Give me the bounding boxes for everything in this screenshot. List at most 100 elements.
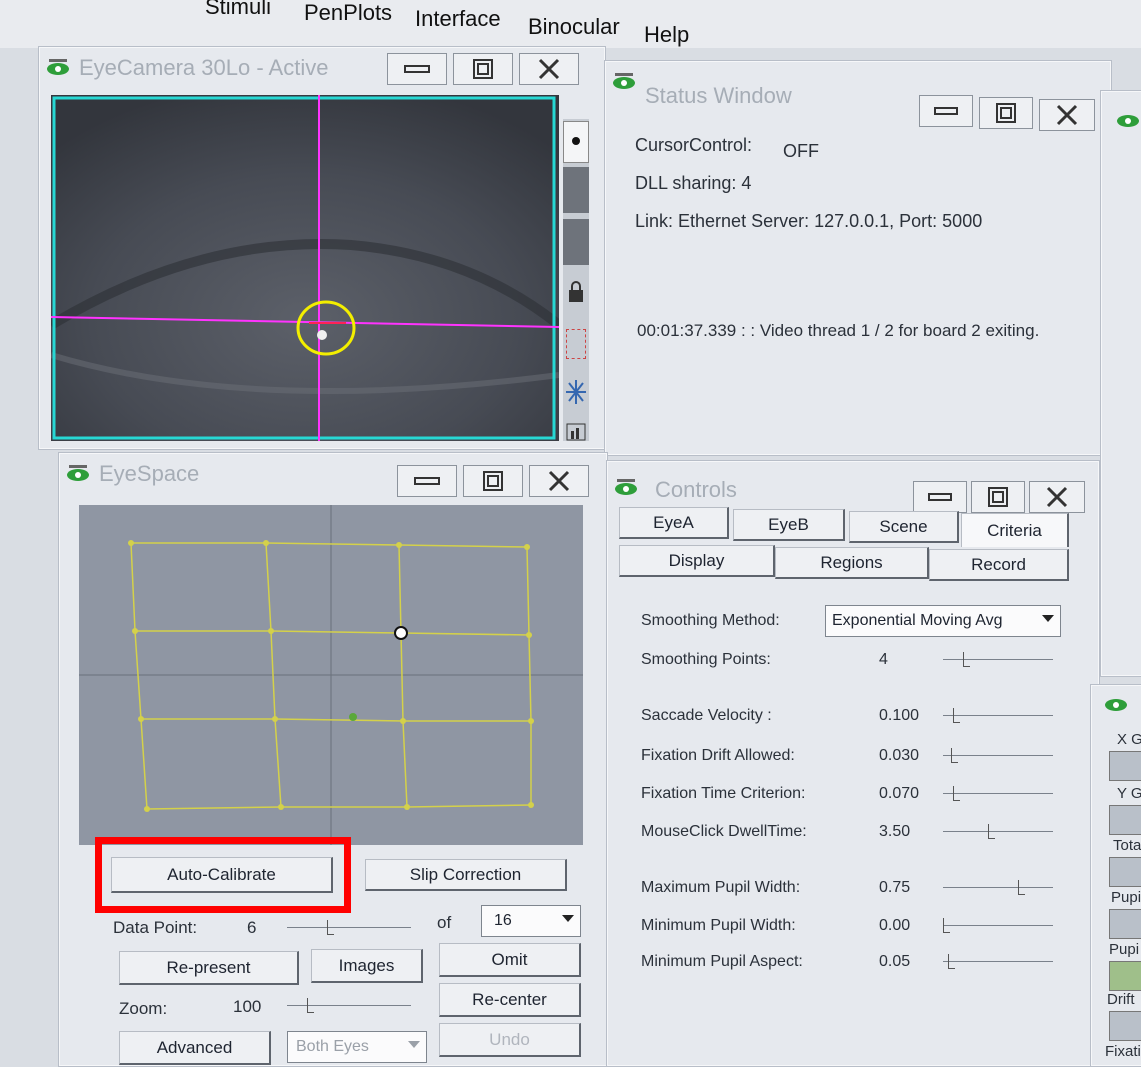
menu-item-stimuli[interactable]: Stimuli (205, 0, 271, 20)
minimum-pupil-width-slider[interactable] (943, 918, 1053, 933)
region-tool-icon[interactable] (566, 329, 586, 359)
tab-record[interactable]: Record (929, 549, 1069, 581)
lock-icon[interactable] (566, 279, 586, 305)
slider-thumb[interactable] (963, 652, 970, 667)
minimize-button[interactable] (397, 465, 457, 497)
side-label-drift: Drift (1107, 991, 1135, 1008)
link-text: Link: Ethernet Server: 127.0.0.1, Port: … (635, 211, 983, 231)
tab-eyea[interactable]: EyeA (619, 507, 729, 539)
chart-tool-icon[interactable] (566, 423, 586, 441)
maximum-pupil-width-slider[interactable] (943, 880, 1053, 895)
mouseclick-dwelltime-slider[interactable] (943, 824, 1053, 839)
minimum-pupil-aspect-slider[interactable] (943, 954, 1053, 969)
slip-correction-button[interactable]: Slip Correction (365, 859, 567, 891)
maximize-button[interactable] (453, 53, 513, 85)
slider-thumb[interactable] (953, 786, 960, 801)
menu-item-binocular[interactable]: Binocular (528, 14, 620, 40)
side-field-3[interactable] (1109, 857, 1141, 887)
minimum-pupil-width-label: Minimum Pupil Width: (641, 917, 796, 934)
slider-thumb[interactable] (951, 748, 958, 763)
eyespace-titlebar: EyeSpace (59, 453, 607, 497)
fixation-time-criterion-slider[interactable] (943, 786, 1053, 801)
slider-thumb[interactable] (307, 998, 314, 1013)
maximize-button[interactable] (971, 481, 1025, 513)
maximize-button[interactable] (979, 97, 1033, 129)
crosshair-tool-icon[interactable] (564, 377, 588, 407)
minimize-icon (414, 477, 440, 485)
calibration-grid-view[interactable] (79, 505, 583, 845)
data-point-slider[interactable] (287, 920, 411, 935)
tool-button-3[interactable] (563, 219, 589, 265)
side-label-xg: X G (1117, 731, 1141, 748)
eye-camera-titlebar: EyeCamera 30Lo - Active (39, 47, 605, 91)
maximize-icon (483, 471, 503, 491)
fixation-drift-allowed-slider[interactable] (943, 748, 1053, 763)
close-icon (538, 58, 560, 80)
side-field-1[interactable] (1109, 751, 1141, 781)
side-field-5[interactable] (1109, 961, 1141, 991)
close-button[interactable] (1039, 99, 1095, 131)
slider-thumb[interactable] (943, 918, 950, 933)
total-points-select[interactable]: 16 (481, 905, 581, 937)
tab-criteria[interactable]: Criteria (961, 513, 1069, 547)
side-field-4[interactable] (1109, 909, 1141, 939)
slider-thumb[interactable] (327, 920, 334, 935)
right-offscreen-window (1100, 90, 1141, 677)
minimize-button[interactable] (387, 53, 447, 85)
dot-tool-button[interactable] (563, 121, 589, 163)
minimum-pupil-aspect-label: Minimum Pupil Aspect: (641, 953, 803, 970)
side-label-fixati: Fixati (1105, 1043, 1141, 1060)
minimum-pupil-width-value: 0.00 (879, 917, 911, 934)
mouseclick-dwelltime-value: 3.50 (879, 823, 911, 840)
slider-thumb[interactable] (1018, 880, 1025, 895)
close-icon (1056, 104, 1078, 126)
data-point-value: 6 (247, 918, 257, 937)
smoothing-points-slider[interactable] (943, 652, 1053, 667)
close-button[interactable] (529, 465, 589, 497)
tab-eyeb[interactable]: EyeB (733, 509, 845, 541)
dot-icon (572, 137, 580, 145)
close-button[interactable] (1029, 481, 1085, 513)
side-field-2[interactable] (1109, 805, 1141, 835)
maximize-icon (996, 103, 1016, 123)
menu-item-penplots[interactable]: PenPlots (304, 0, 392, 26)
menu-item-help[interactable]: Help (644, 22, 689, 48)
slider-thumb[interactable] (948, 954, 955, 969)
slider-thumb[interactable] (953, 708, 960, 723)
smoothing-method-label: Smoothing Method: (641, 612, 780, 629)
tab-regions[interactable]: Regions (775, 547, 929, 579)
side-field-6[interactable] (1109, 1011, 1141, 1041)
re-present-button[interactable]: Re-present (119, 951, 299, 985)
maximize-button[interactable] (463, 465, 523, 497)
tab-display[interactable]: Display (619, 545, 775, 577)
slider-thumb[interactable] (988, 824, 995, 839)
re-center-button[interactable]: Re-center (439, 983, 581, 1017)
minimize-button[interactable] (919, 95, 973, 127)
zoom-value: 100 (233, 997, 262, 1016)
advanced-button[interactable]: Advanced (119, 1031, 271, 1065)
eye-select[interactable]: Both Eyes (287, 1031, 427, 1063)
smoothing-points-value: 4 (879, 651, 888, 668)
undo-button[interactable]: Undo (439, 1023, 581, 1057)
minimize-button[interactable] (913, 481, 967, 513)
saccade-velocity-value: 0.100 (879, 707, 920, 724)
mouseclick-dwelltime-label: MouseClick DwellTime: (641, 823, 807, 840)
data-point-label: Data Point: (113, 918, 198, 937)
camera-tool-strip (563, 119, 589, 441)
saccade-velocity-slider[interactable] (943, 708, 1053, 723)
status-titlebar: Status Window (605, 61, 1111, 131)
controls-window: Controls EyeA EyeB Scene Criteria Displa… (606, 460, 1100, 1067)
close-icon (1046, 486, 1068, 508)
tool-button-2[interactable] (563, 167, 589, 213)
images-button[interactable]: Images (311, 949, 423, 983)
smoothing-method-select[interactable]: Exponential Moving Avg (825, 605, 1061, 637)
status-message: 00:01:37.339 : : Video thread 1 / 2 for … (637, 321, 1040, 340)
close-button[interactable] (519, 53, 579, 85)
tab-scene[interactable]: Scene (849, 511, 959, 543)
eye-camera-view[interactable] (51, 95, 559, 441)
fixation-time-criterion-label: Fixation Time Criterion: (641, 785, 806, 802)
minimum-pupil-aspect-value: 0.05 (879, 953, 911, 970)
menu-item-interface[interactable]: Interface (415, 6, 501, 32)
zoom-slider[interactable] (287, 998, 411, 1013)
omit-button[interactable]: Omit (439, 943, 581, 977)
